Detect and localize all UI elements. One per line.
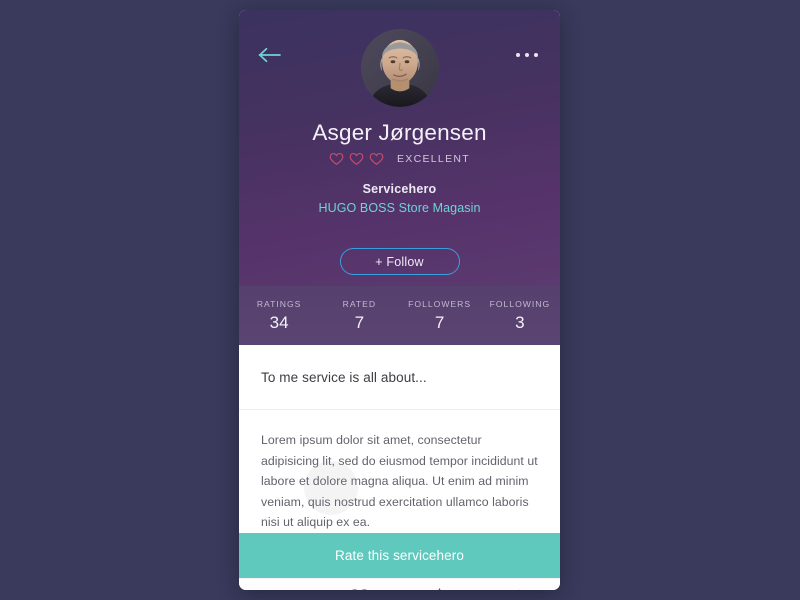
ellipsis-icon-dot-2 — [525, 53, 529, 57]
nav-item-notifications[interactable] — [400, 579, 480, 590]
arrow-left-icon — [258, 47, 282, 63]
ellipsis-icon-dot-1 — [516, 53, 520, 57]
avatar[interactable] — [360, 29, 439, 107]
stat-value: 7 — [354, 313, 365, 332]
stat-label: FOLLOWING — [489, 299, 551, 309]
role-title: Servicehero — [362, 182, 437, 196]
more-options-button[interactable] — [506, 34, 548, 76]
heart-icon — [369, 152, 384, 165]
about-heading: To me service is all about... — [261, 370, 427, 385]
stat-label: RATED — [342, 299, 377, 309]
rate-servicehero-button[interactable]: Rate this servicehero — [239, 532, 560, 578]
rating-row: EXCELLENT — [239, 152, 560, 166]
stat-following[interactable]: FOLLOWING 3 — [480, 299, 560, 332]
bottom-navigation — [239, 577, 560, 591]
bell-icon — [430, 588, 449, 590]
stat-value: 7 — [434, 313, 445, 332]
heart-icon — [348, 588, 371, 590]
profile-card: Asger Jørgensen EXCELLENT Servicehero HU… — [239, 10, 560, 590]
avatar-photo — [360, 29, 439, 107]
ellipsis-icon-dot-3 — [534, 53, 538, 57]
profile-user-icon — [509, 588, 530, 590]
stat-value: 34 — [269, 313, 289, 332]
stat-followers[interactable]: FOLLOWERS 7 — [400, 299, 480, 332]
heart-icon — [349, 152, 364, 165]
back-button[interactable] — [248, 33, 292, 77]
stat-label: FOLLOWERS — [408, 299, 472, 309]
profile-name: Asger Jørgensen — [312, 120, 487, 145]
profile-hero-section: Asger Jørgensen EXCELLENT Servicehero HU… — [239, 10, 560, 286]
about-section: To me service is all about... Lorem ipsu… — [239, 345, 560, 533]
stat-rated[interactable]: RATED 7 — [319, 299, 399, 332]
about-body-text: Lorem ipsum dolor sit amet, consectetur … — [261, 433, 538, 529]
stats-band: RATINGS 34 RATED 7 FOLLOWERS 7 FOLLOWING… — [239, 286, 560, 345]
follow-button[interactable]: + Follow — [339, 248, 460, 275]
rating-label: EXCELLENT — [397, 153, 470, 165]
stat-value: 3 — [515, 313, 525, 332]
nav-item-profile[interactable] — [480, 579, 560, 590]
company-link[interactable]: HUGO BOSS Store Magasin — [239, 201, 560, 215]
heart-icon — [329, 152, 344, 165]
heart-rating[interactable] — [329, 152, 384, 166]
home-icon — [268, 589, 290, 591]
nav-item-favorites[interactable] — [319, 579, 399, 590]
stat-label: RATINGS — [256, 299, 302, 309]
profile-identity: Asger Jørgensen EXCELLENT Servicehero HU… — [239, 118, 560, 215]
stat-ratings[interactable]: RATINGS 34 — [239, 299, 319, 332]
nav-item-home[interactable] — [239, 579, 319, 591]
